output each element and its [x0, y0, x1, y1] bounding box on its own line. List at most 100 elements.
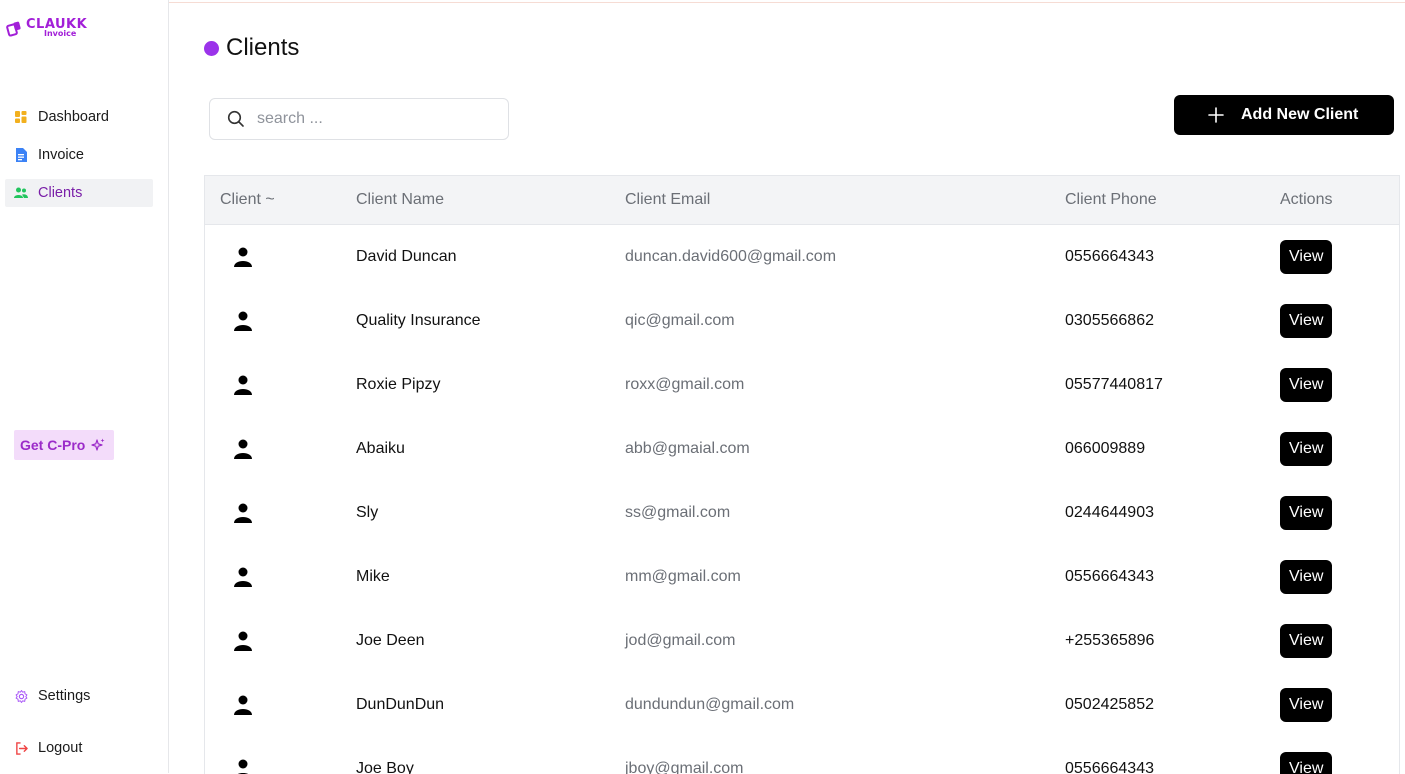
sidebar-item-label: Logout [38, 740, 83, 756]
sidebar-item-label: Dashboard [38, 109, 109, 125]
sidebar: CLAUKK Invoice Dashboard Invoice Clients… [0, 0, 169, 773]
view-client-button[interactable]: View [1280, 304, 1333, 338]
search-input[interactable] [255, 109, 479, 129]
search-icon [227, 110, 244, 127]
view-client-button[interactable]: View [1280, 496, 1333, 530]
actions-cell: View [1280, 545, 1333, 609]
view-client-button[interactable]: View [1280, 432, 1333, 466]
user-avatar-icon [233, 353, 253, 417]
client-phone: +255365896 [1065, 632, 1155, 649]
client-name: Mike [356, 568, 390, 585]
table-row: DunDunDun dundundun@gmail.com 0502425852 Vi… [205, 673, 1399, 737]
page-header: Clients [204, 34, 299, 62]
client-email: jboy@gmail.com [625, 760, 744, 774]
client-phone: 0244644903 [1065, 504, 1154, 521]
actions-cell: View [1280, 289, 1333, 353]
client-phone: 0305566862 [1065, 312, 1154, 329]
view-client-button[interactable]: View [1280, 560, 1333, 594]
app-logo[interactable]: CLAUKK Invoice [6, 18, 87, 38]
search-box[interactable] [209, 98, 509, 140]
client-name: Roxie Pipzy [356, 376, 441, 393]
user-avatar-icon [233, 225, 253, 289]
column-header-actions: Actions [1280, 191, 1333, 208]
client-phone: 05577440817 [1065, 376, 1163, 393]
client-phone: 0556664343 [1065, 760, 1154, 774]
client-email: mm@gmail.com [625, 568, 741, 585]
table-row: Mike mm@gmail.com 0556664343 View [205, 545, 1399, 609]
user-avatar-icon [233, 609, 253, 673]
title-dot-icon [204, 40, 219, 56]
table-row: David Duncan duncan.david600@gmail.com 055… [205, 225, 1399, 289]
table-row: Joe Deen jod@gmail.com +255365896 View [205, 609, 1399, 673]
client-email: roxx@gmail.com [625, 376, 745, 393]
logo-icon [6, 21, 21, 37]
client-email: ss@gmail.com [625, 504, 731, 521]
client-email: abb@gmaial.com [625, 440, 750, 457]
client-phone: 0556664343 [1065, 568, 1154, 585]
sidebar-item-logout[interactable]: Logout [5, 734, 153, 762]
client-name: David Duncan [356, 248, 457, 265]
sidebar-item-label: Clients [38, 185, 83, 201]
logout-icon [14, 741, 28, 755]
table-header: Client ~ Client Name Client Email Client… [205, 176, 1399, 225]
plus-icon [1208, 107, 1224, 123]
users-icon [14, 186, 28, 200]
sidebar-item-invoice[interactable]: Invoice [5, 141, 153, 169]
view-client-button[interactable]: View [1280, 624, 1333, 658]
actions-cell: View [1280, 353, 1333, 417]
sparkle-icon [91, 438, 105, 451]
actions-cell: View [1280, 609, 1333, 673]
user-avatar-icon [233, 417, 253, 481]
user-avatar-icon [233, 737, 253, 774]
client-phone: 0502425852 [1065, 696, 1154, 713]
client-name: Abaiku [356, 440, 405, 457]
table-body: David Duncan duncan.david600@gmail.com 055… [205, 225, 1399, 774]
table-row: Sly ss@gmail.com 0244644903 View [205, 481, 1399, 545]
client-phone: 0556664343 [1065, 248, 1154, 265]
client-name: Joe Boy [356, 760, 414, 774]
column-header-client-name: Client Name [356, 191, 445, 208]
table-row: Quality Insurance qic@gmail.com 0305566862… [205, 289, 1399, 353]
sidebar-item-dashboard[interactable]: Dashboard [5, 103, 153, 131]
client-email: qic@gmail.com [625, 312, 735, 329]
user-avatar-icon [233, 673, 253, 737]
sidebar-item-settings[interactable]: Settings [5, 682, 153, 710]
client-name: Quality Insurance [356, 312, 481, 329]
client-email: dundundun@gmail.com [625, 696, 795, 713]
user-avatar-icon [233, 481, 253, 545]
column-header-client-email: Client Email [625, 191, 711, 208]
view-client-button[interactable]: View [1280, 752, 1333, 774]
client-name: Joe Deen [356, 632, 425, 649]
actions-cell: View [1280, 481, 1333, 545]
sidebar-item-clients[interactable]: Clients [5, 179, 153, 207]
get-pro-button[interactable]: Get C-Pro [14, 430, 114, 460]
gear-icon [14, 689, 28, 703]
view-client-button[interactable]: View [1280, 368, 1333, 402]
client-email: jod@gmail.com [625, 632, 736, 649]
main-content: Clients Add New Client Client ~ Client N… [169, 0, 1405, 774]
sidebar-item-label: Settings [38, 688, 91, 704]
client-name: DunDunDun [356, 696, 445, 713]
actions-cell: View [1280, 737, 1333, 774]
add-new-client-button[interactable]: Add New Client [1174, 95, 1394, 135]
column-header-client[interactable]: Client ~ [220, 176, 275, 224]
page-title: Clients [226, 34, 300, 61]
view-client-button[interactable]: View [1280, 240, 1333, 274]
client-email: duncan.david600@gmail.com [625, 248, 837, 265]
document-icon [14, 148, 28, 162]
table-row: Joe Boy jboy@gmail.com 0556664343 View [205, 737, 1399, 774]
client-name: Sly [356, 504, 379, 521]
clients-table: Client ~ Client Name Client Email Client… [204, 175, 1400, 774]
actions-cell: View [1280, 673, 1333, 737]
view-client-button[interactable]: View [1280, 688, 1333, 722]
actions-cell: View [1280, 417, 1333, 481]
table-row: Roxie Pipzy roxx@gmail.com 05577440817 View [205, 353, 1399, 417]
user-avatar-icon [233, 289, 253, 353]
column-header-client-phone: Client Phone [1065, 191, 1157, 208]
get-pro-label: Get C-Pro [20, 437, 86, 453]
client-phone: 066009889 [1065, 440, 1146, 457]
dashboard-grid-icon [14, 110, 28, 124]
table-row: Abaiku abb@gmaial.com 066009889 View [205, 417, 1399, 481]
sidebar-item-label: Invoice [38, 147, 84, 163]
actions-cell: View [1280, 225, 1333, 289]
